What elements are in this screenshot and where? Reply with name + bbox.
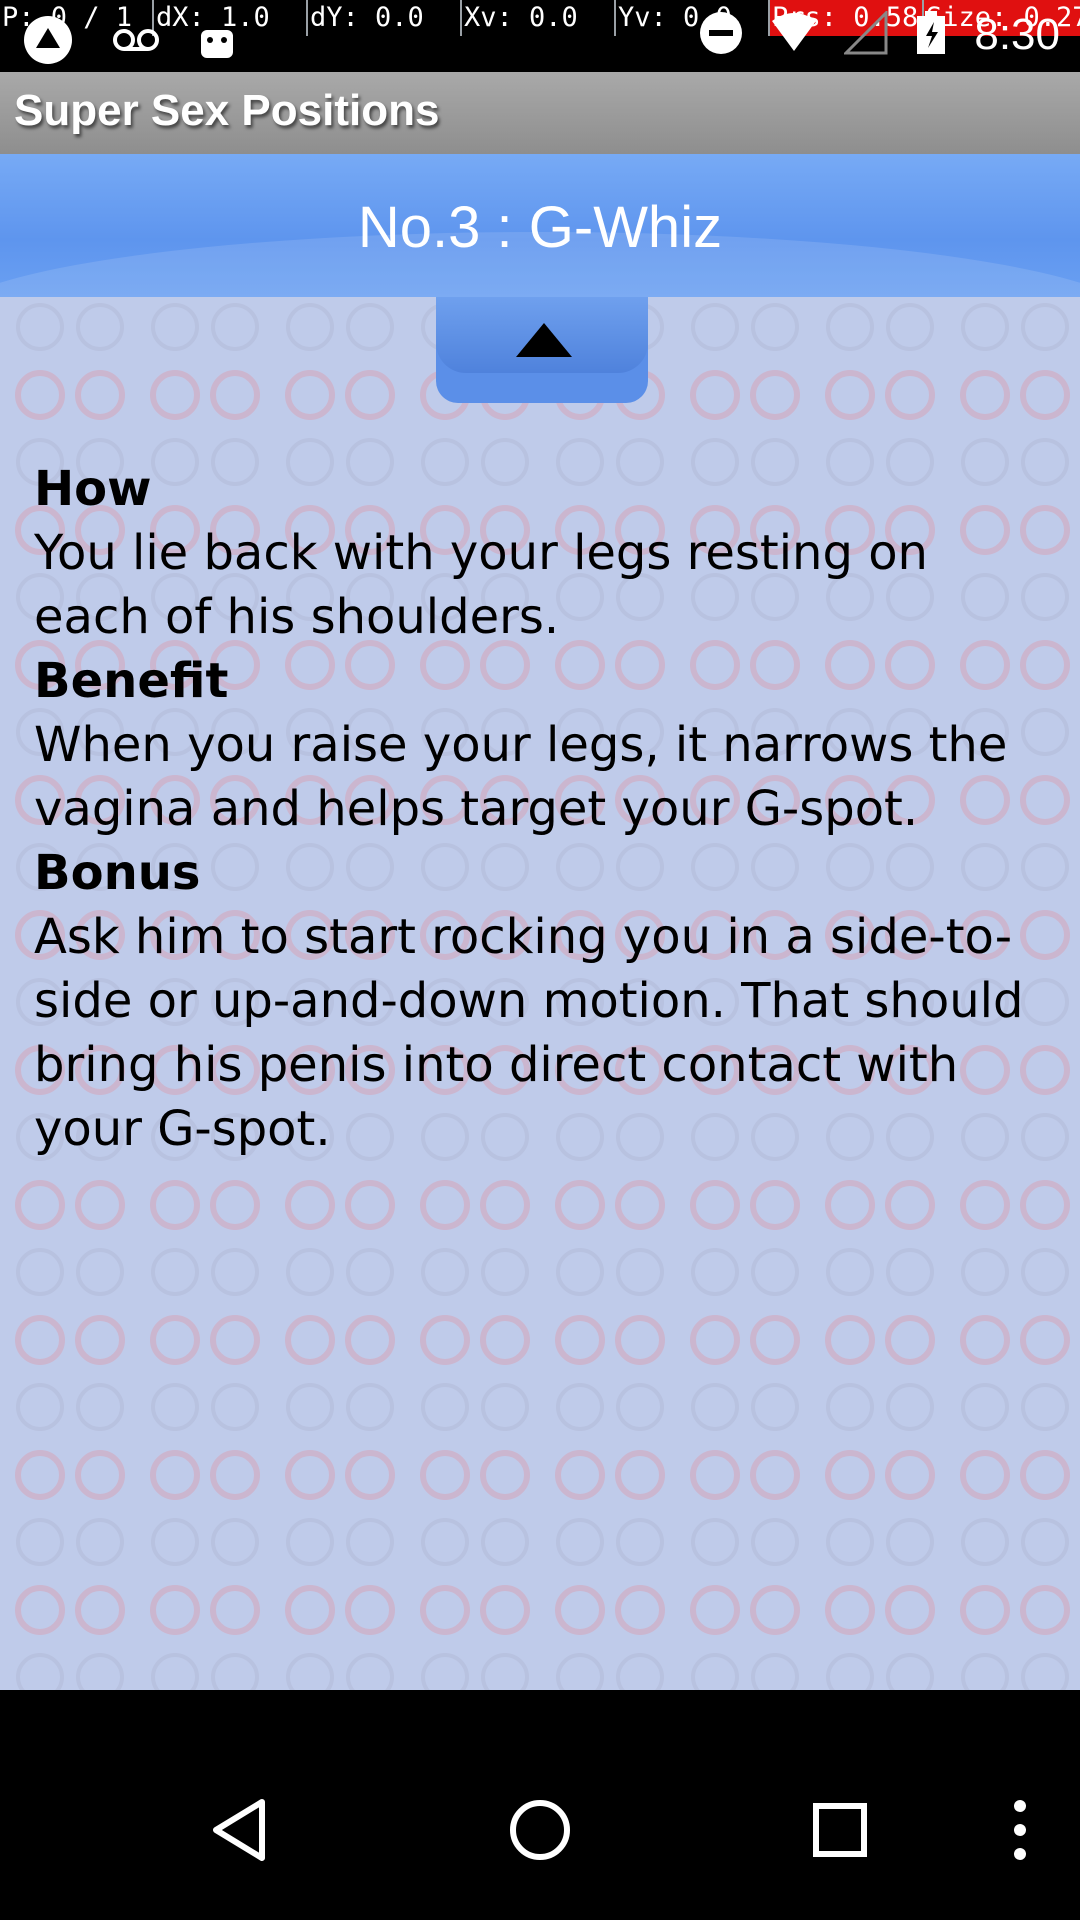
do-not-disturb-icon	[698, 10, 744, 60]
position-description: How You lie back with your legs resting …	[34, 457, 1054, 1161]
position-header: No.3 : G-Whiz	[0, 154, 1080, 297]
action-bar: Super Sex Positions	[0, 72, 1080, 154]
scroll-up-button[interactable]	[436, 297, 648, 403]
wifi-icon	[770, 13, 818, 57]
scroll-up-button-face	[436, 297, 648, 373]
debug-xv: Xv: 0.0	[462, 0, 616, 36]
up-arrow-icon	[516, 323, 572, 357]
battery-icon	[914, 10, 948, 60]
bonus-heading: Bonus	[34, 845, 201, 901]
overflow-menu-button[interactable]	[960, 1770, 1080, 1890]
home-button[interactable]	[480, 1770, 600, 1890]
back-button[interactable]	[180, 1770, 300, 1890]
recents-icon	[813, 1803, 867, 1857]
status-bar: P: 0 / 1 dX: 1.0 dY: 0.0 Xv: 0.0 Yv: 0.0…	[0, 0, 1080, 72]
benefit-heading: Benefit	[34, 653, 229, 709]
status-time: 8:30	[974, 10, 1060, 59]
debug-dy: dY: 0.0	[308, 0, 462, 36]
home-icon	[510, 1800, 570, 1860]
position-title: No.3 : G-Whiz	[357, 195, 723, 260]
navigation-bar	[0, 1690, 1080, 1920]
how-text: You lie back with your legs resting on e…	[34, 525, 928, 645]
how-heading: How	[34, 461, 152, 517]
app-title: Super Sex Positions	[14, 86, 440, 135]
signal-icon	[842, 9, 888, 59]
bonus-text: Ask him to start rocking you in a side-t…	[34, 909, 1024, 1157]
app-notification-icon	[22, 14, 74, 70]
android-icon	[198, 20, 236, 64]
voicemail-icon	[112, 25, 160, 59]
back-icon	[213, 1799, 265, 1861]
overflow-menu-icon	[1014, 1800, 1026, 1860]
benefit-text: When you raise your legs, it narrows the…	[34, 717, 1008, 837]
recents-button[interactable]	[780, 1770, 900, 1890]
content-area[interactable]: How You lie back with your legs resting …	[0, 297, 1080, 1690]
